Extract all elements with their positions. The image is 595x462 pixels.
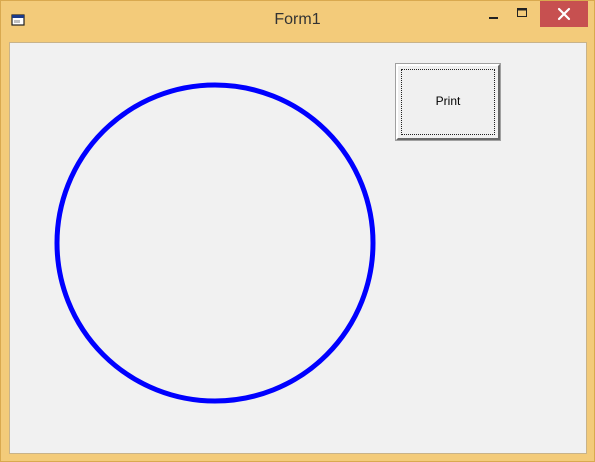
minimize-button[interactable] <box>479 1 507 27</box>
maximize-icon <box>517 8 527 17</box>
print-button[interactable]: Print <box>395 63 501 141</box>
close-icon <box>557 7 571 21</box>
form-window: Form1 Print <box>0 0 595 462</box>
blue-circle <box>54 82 376 404</box>
title-bar[interactable]: Form1 <box>1 1 594 41</box>
close-button[interactable] <box>540 1 588 27</box>
minimize-icon <box>489 17 498 19</box>
print-button-label: Print <box>435 94 461 108</box>
maximize-button[interactable] <box>507 1 537 27</box>
form-client-area: Print <box>9 42 587 454</box>
